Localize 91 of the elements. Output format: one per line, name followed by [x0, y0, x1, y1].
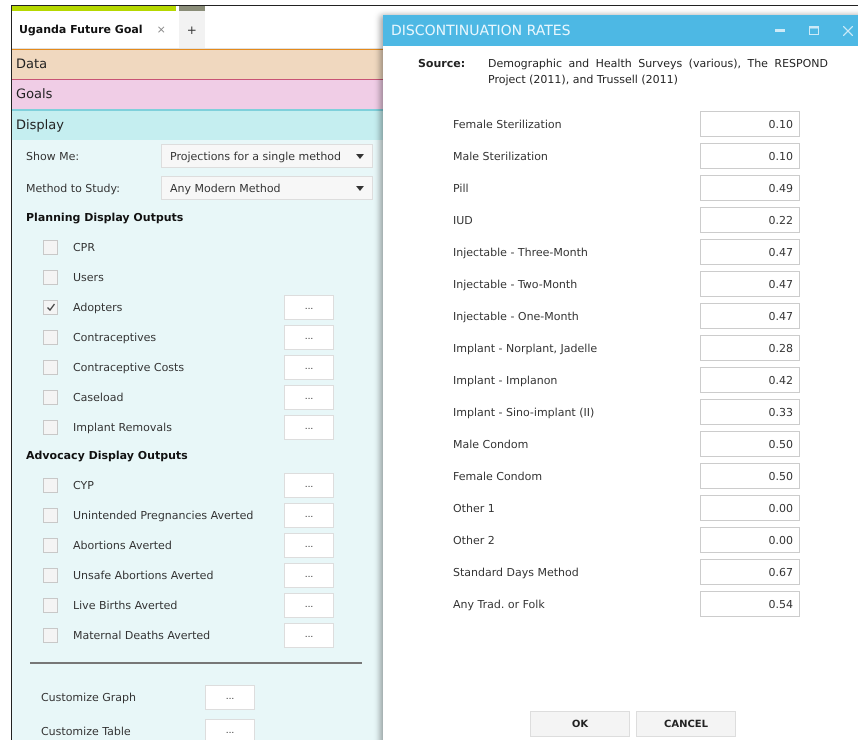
close-icon[interactable]: ×: [156, 23, 166, 36]
options-button[interactable]: ...: [284, 592, 334, 618]
checkbox[interactable]: [43, 270, 58, 284]
checkbox[interactable]: [43, 598, 58, 612]
rate-label: Injectable - Three-Month: [453, 246, 589, 258]
checkbox[interactable]: [43, 360, 58, 374]
options-button[interactable]: ...: [284, 324, 334, 350]
rate-label: Female Sterilization: [453, 118, 563, 130]
options-button[interactable]: ...: [205, 718, 255, 740]
rate-field[interactable]: 0.47: [700, 271, 800, 297]
rate-field[interactable]: 0.49: [700, 175, 800, 201]
minimize-icon[interactable]: [775, 29, 785, 32]
rate-field[interactable]: 0.54: [700, 591, 800, 617]
options-button[interactable]: ...: [284, 384, 334, 410]
section-heading: Planning Display Outputs: [26, 210, 184, 226]
option-label: Unintended Pregnancies Averted: [73, 508, 254, 522]
rate-field[interactable]: 0.00: [700, 527, 800, 553]
rate-field[interactable]: 0.00: [700, 495, 800, 521]
rate-field[interactable]: 0.33: [700, 399, 800, 425]
source-label: Source:: [418, 56, 466, 72]
ok-button[interactable]: OK: [530, 711, 630, 737]
option-label: CPR: [73, 240, 96, 254]
rate-field[interactable]: 0.22: [700, 207, 800, 233]
rate-field[interactable]: 0.42: [700, 367, 800, 393]
option-label: Adopters: [73, 300, 124, 314]
options-button[interactable]: ...: [284, 472, 334, 498]
checkmark-icon: [46, 302, 56, 312]
options-button[interactable]: ...: [284, 414, 334, 440]
rate-label: Implant - Norplant, Jadelle: [453, 342, 598, 354]
rate-label: Female Condom: [453, 470, 544, 482]
option-label: Abortions Averted: [73, 538, 173, 552]
checkbox[interactable]: [43, 300, 58, 314]
options-button[interactable]: ...: [284, 562, 334, 588]
options-button[interactable]: ...: [205, 684, 255, 710]
checkbox[interactable]: [43, 240, 58, 254]
option-label: Customize Table: [41, 724, 132, 738]
rate-label: Pill: [453, 182, 470, 194]
rate-label: Injectable - One-Month: [453, 310, 580, 322]
rate-label: Standard Days Method: [453, 566, 580, 578]
checkbox[interactable]: [43, 568, 58, 582]
checkbox[interactable]: [43, 478, 58, 492]
rate-label: Implant - Implanon: [453, 374, 558, 386]
rate-label: IUD: [453, 214, 474, 226]
option-label: Users: [73, 270, 105, 284]
close-icon[interactable]: [843, 26, 853, 36]
dropdown[interactable]: Projections for a single method: [161, 144, 373, 168]
field-label: Method to Study:: [26, 182, 121, 194]
option-label: Live Births Averted: [73, 598, 178, 612]
option-label: Contraceptives: [73, 330, 158, 344]
options-button[interactable]: ...: [284, 502, 334, 528]
checkbox[interactable]: [43, 330, 58, 344]
caret-icon: [356, 154, 364, 158]
rate-field[interactable]: 0.50: [700, 463, 800, 489]
option-label: Contraceptive Costs: [73, 360, 186, 374]
rate-label: Any Trad. or Folk: [453, 598, 546, 610]
rate-field[interactable]: 0.50: [700, 431, 800, 457]
option-label: CYP: [73, 478, 95, 492]
rate-field[interactable]: 0.28: [700, 335, 800, 361]
rate-label: Implant - Sino-implant (II): [453, 406, 596, 418]
checkbox[interactable]: [43, 538, 58, 552]
dialog-title: DISCONTINUATION RATES: [391, 22, 572, 38]
rate-field[interactable]: 0.10: [700, 143, 800, 169]
rate-field[interactable]: 0.67: [700, 559, 800, 585]
rate-label: Male Condom: [453, 438, 530, 450]
caret-icon: [356, 186, 364, 190]
dropdown[interactable]: Any Modern Method: [161, 176, 373, 200]
rate-label: Male Sterilization: [453, 150, 549, 162]
option-label: Unsafe Abortions Averted: [73, 568, 214, 582]
options-button[interactable]: ...: [284, 532, 334, 558]
options-button[interactable]: ...: [284, 354, 334, 380]
rate-label: Other 2: [453, 534, 496, 546]
rate-label: Other 1: [453, 502, 496, 514]
options-button[interactable]: ...: [284, 294, 334, 320]
checkbox[interactable]: [43, 390, 58, 404]
cancel-button[interactable]: CANCEL: [636, 711, 736, 737]
document-tab[interactable]: +: [178, 6, 205, 48]
checkbox[interactable]: [43, 508, 58, 522]
checkbox[interactable]: [43, 420, 58, 434]
checkbox[interactable]: [43, 628, 58, 642]
option-label: Maternal Deaths Averted: [73, 628, 212, 642]
rate-label: Injectable - Two-Month: [453, 278, 578, 290]
option-label: Customize Graph: [41, 690, 137, 704]
section-heading: Advocacy Display Outputs: [26, 448, 188, 464]
options-button[interactable]: ...: [284, 622, 334, 648]
option-label: Caseload: [73, 390, 124, 404]
rate-field[interactable]: 0.47: [700, 303, 800, 329]
maximize-icon[interactable]: [809, 26, 819, 35]
field-label: Show Me:: [26, 150, 80, 162]
rate-field[interactable]: 0.47: [700, 239, 800, 265]
rate-field[interactable]: 0.10: [700, 111, 800, 137]
option-label: Implant Removals: [73, 420, 173, 434]
